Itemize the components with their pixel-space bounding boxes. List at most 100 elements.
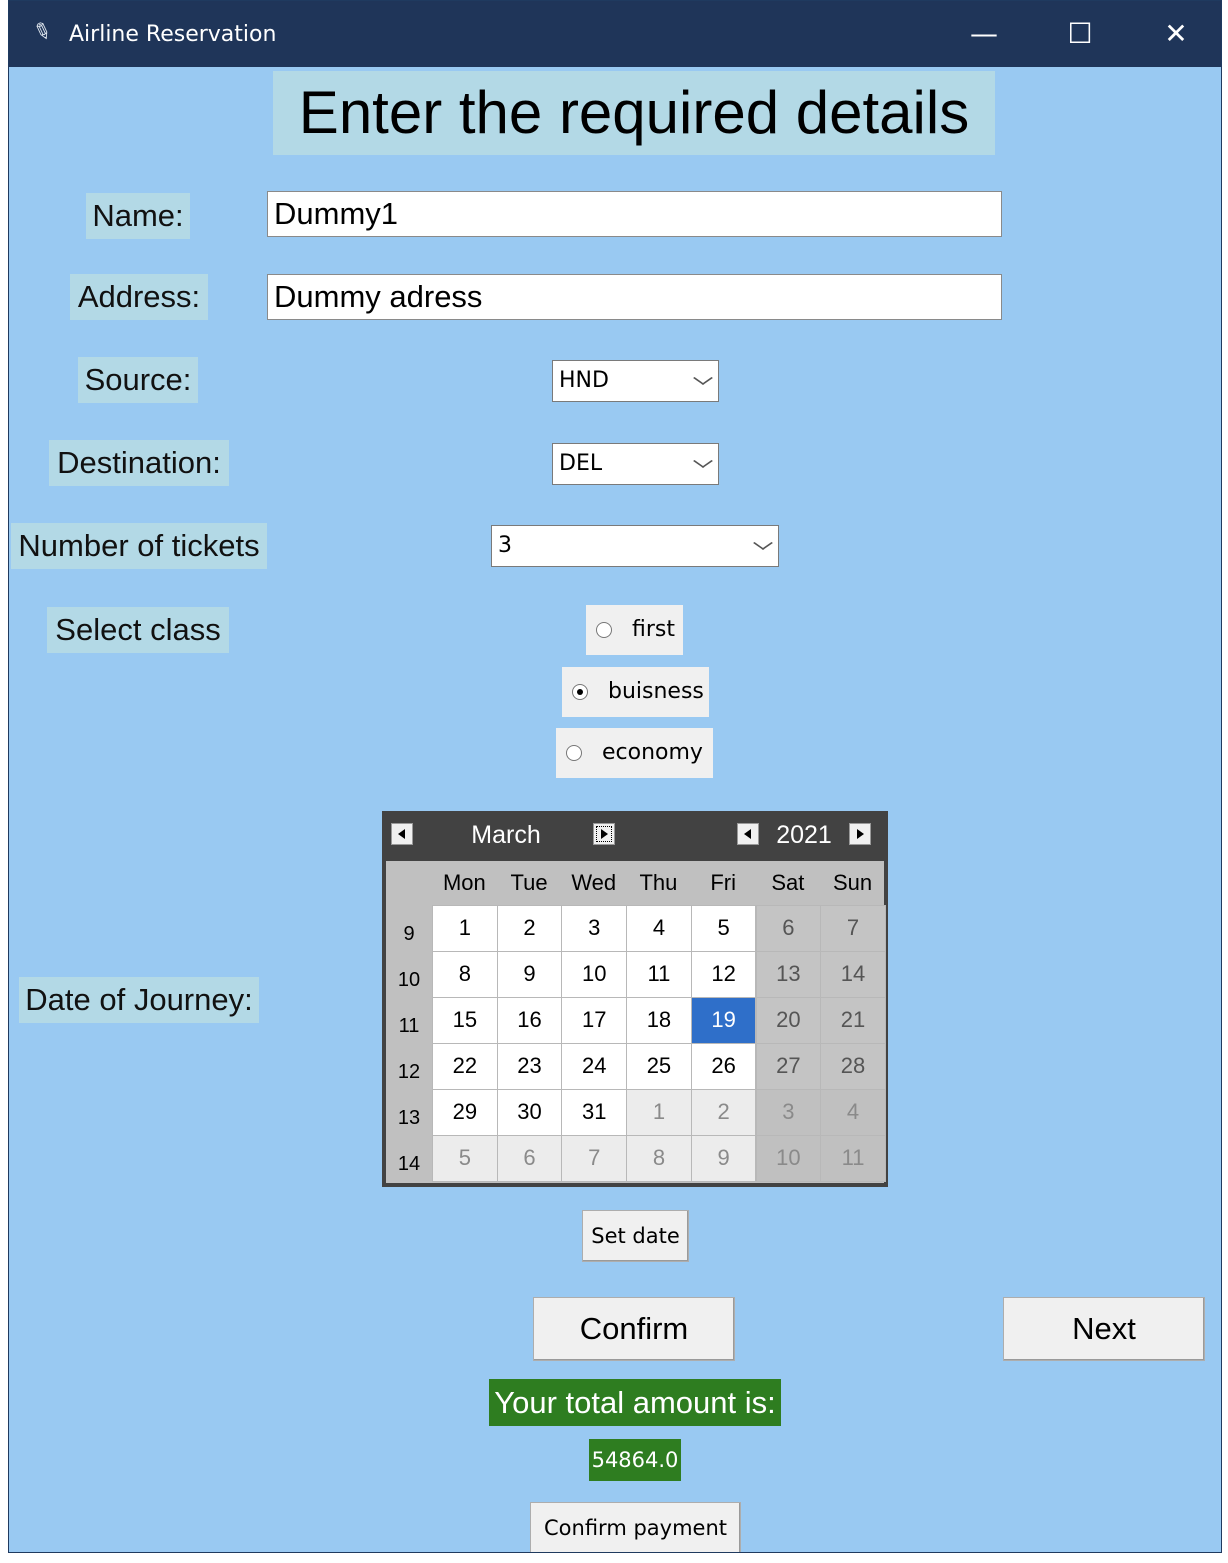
name-input[interactable]: Dummy1 — [267, 191, 1002, 237]
calendar-day[interactable]: 13 — [755, 951, 822, 998]
week-number: 14 — [397, 1153, 421, 1175]
source-combobox[interactable]: HND — [552, 360, 719, 402]
calendar-day[interactable]: 17 — [561, 997, 628, 1044]
calendar-day[interactable]: 27 — [755, 1043, 822, 1090]
calendar-day[interactable]: 14 — [820, 951, 886, 998]
calendar-day[interactable]: 5 — [690, 905, 757, 952]
weekday-header: Thu — [639, 870, 678, 895]
app-feather-icon: ✎ — [29, 16, 56, 47]
total-amount-value: 54864.0 — [589, 1439, 681, 1481]
calendar-day-other-month[interactable]: 9 — [690, 1135, 757, 1182]
week-number: 10 — [397, 969, 421, 991]
calendar-day[interactable]: 10 — [561, 951, 628, 998]
calendar-day[interactable]: 20 — [755, 997, 822, 1044]
title-bar: ✎ Airline Reservation — ☐ ✕ — [9, 1, 1221, 67]
calendar-day[interactable]: 25 — [626, 1043, 692, 1090]
calendar-day[interactable]: 8 — [432, 951, 498, 998]
total-amount-label: Your total amount is: — [489, 1379, 781, 1426]
next-button[interactable]: Next — [1003, 1297, 1205, 1361]
date-label: Date of Journey: — [19, 977, 259, 1023]
calendar-year: 2021 — [776, 821, 832, 849]
radio-off-icon — [596, 622, 612, 638]
tickets-value: 3 — [498, 533, 512, 558]
next-month-button[interactable] — [593, 823, 615, 845]
tickets-label: Number of tickets — [11, 523, 267, 569]
calendar-day[interactable]: 16 — [496, 997, 563, 1044]
calendar-day-other-month[interactable]: 2 — [690, 1089, 757, 1136]
calendar-day[interactable]: 4 — [626, 905, 692, 952]
airline-reservation-window: ✎ Airline Reservation — ☐ ✕ Enter the re… — [8, 0, 1222, 1553]
calendar-day-other-month[interactable]: 8 — [626, 1135, 692, 1182]
close-button[interactable]: ✕ — [1130, 1, 1221, 67]
calendar-day[interactable]: 30 — [496, 1089, 563, 1136]
weekday-header: Tue — [510, 870, 548, 895]
source-value: HND — [559, 368, 609, 393]
calendar-month: March — [471, 821, 541, 849]
weekday-header: Sat — [771, 870, 805, 895]
weekday-header: Wed — [571, 870, 617, 895]
calendar-day-other-month[interactable]: 5 — [432, 1135, 498, 1182]
date-calendar: March 2021 Mon Tue Wed Thu Fri Sat Sun 9 1 2 3 4 5 6 7… — [382, 811, 888, 1187]
calendar-day[interactable]: 31 — [561, 1089, 628, 1136]
calendar-day[interactable]: 12 — [690, 951, 757, 998]
calendar-day[interactable]: 1 — [432, 905, 498, 952]
window-title: Airline Reservation — [69, 22, 277, 47]
week-number: 12 — [397, 1061, 421, 1083]
calendar-day-other-month[interactable]: 4 — [820, 1089, 886, 1136]
calendar-day[interactable]: 11 — [626, 951, 692, 998]
confirm-button[interactable]: Confirm — [533, 1297, 735, 1361]
calendar-day[interactable]: 3 — [561, 905, 628, 952]
calendar-day[interactable]: 26 — [690, 1043, 757, 1090]
prev-month-button[interactable] — [391, 823, 413, 845]
calendar-day[interactable]: 7 — [820, 905, 886, 952]
calendar-day-selected[interactable]: 19 — [690, 997, 757, 1044]
calendar-day[interactable]: 29 — [432, 1089, 498, 1136]
destination-combobox[interactable]: DEL — [552, 443, 719, 485]
address-input[interactable]: Dummy adress — [267, 274, 1002, 320]
page-title: Enter the required details — [273, 71, 995, 155]
week-number: 13 — [397, 1107, 421, 1129]
calendar-day[interactable]: 23 — [496, 1043, 563, 1090]
weekday-header: Fri — [710, 870, 736, 895]
calendar-day-other-month[interactable]: 6 — [496, 1135, 563, 1182]
radio-off-icon — [566, 745, 582, 761]
address-label: Address: — [70, 274, 208, 320]
calendar-grid: Mon Tue Wed Thu Fri Sat Sun 9 1 2 3 4 5 6 7 10 8 9 10 11 12 1… — [386, 861, 886, 1183]
calendar-day[interactable]: 18 — [626, 997, 692, 1044]
class-radio-business[interactable]: buisness — [562, 667, 709, 717]
destination-value: DEL — [559, 451, 603, 476]
destination-label: Destination: — [49, 440, 229, 486]
calendar-day[interactable]: 21 — [820, 997, 886, 1044]
calendar-day-other-month[interactable]: 3 — [755, 1089, 822, 1136]
confirm-payment-button[interactable]: Confirm payment — [530, 1502, 741, 1552]
chevron-down-icon — [753, 536, 773, 550]
week-number: 11 — [398, 1015, 420, 1037]
class-radio-first[interactable]: first — [586, 605, 683, 655]
prev-year-button[interactable] — [737, 823, 759, 845]
calendar-day[interactable]: 2 — [496, 905, 563, 952]
calendar-day-other-month[interactable]: 7 — [561, 1135, 628, 1182]
class-option-label: economy — [602, 740, 703, 765]
class-radio-economy[interactable]: economy — [556, 728, 713, 778]
calendar-day-other-month[interactable]: 10 — [755, 1135, 822, 1182]
class-label: Select class — [47, 607, 229, 653]
class-option-label: first — [632, 617, 675, 642]
set-date-button[interactable]: Set date — [582, 1210, 689, 1262]
calendar-day[interactable]: 24 — [561, 1043, 628, 1090]
tickets-combobox[interactable]: 3 — [491, 525, 779, 567]
minimize-button[interactable]: — — [938, 1, 1030, 67]
calendar-day[interactable]: 22 — [432, 1043, 498, 1090]
calendar-day-other-month[interactable]: 1 — [626, 1089, 692, 1136]
radio-on-icon — [572, 684, 588, 700]
week-number: 9 — [403, 923, 415, 945]
next-year-button[interactable] — [849, 823, 871, 845]
calendar-day[interactable]: 28 — [820, 1043, 886, 1090]
name-label: Name: — [86, 193, 190, 239]
calendar-header: March 2021 — [382, 811, 888, 861]
calendar-day-other-month[interactable]: 11 — [820, 1135, 886, 1182]
calendar-day[interactable]: 6 — [755, 905, 822, 952]
calendar-day[interactable]: 9 — [496, 951, 563, 998]
class-option-label: buisness — [608, 679, 704, 704]
maximize-button[interactable]: ☐ — [1034, 1, 1126, 67]
calendar-day[interactable]: 15 — [432, 997, 498, 1044]
